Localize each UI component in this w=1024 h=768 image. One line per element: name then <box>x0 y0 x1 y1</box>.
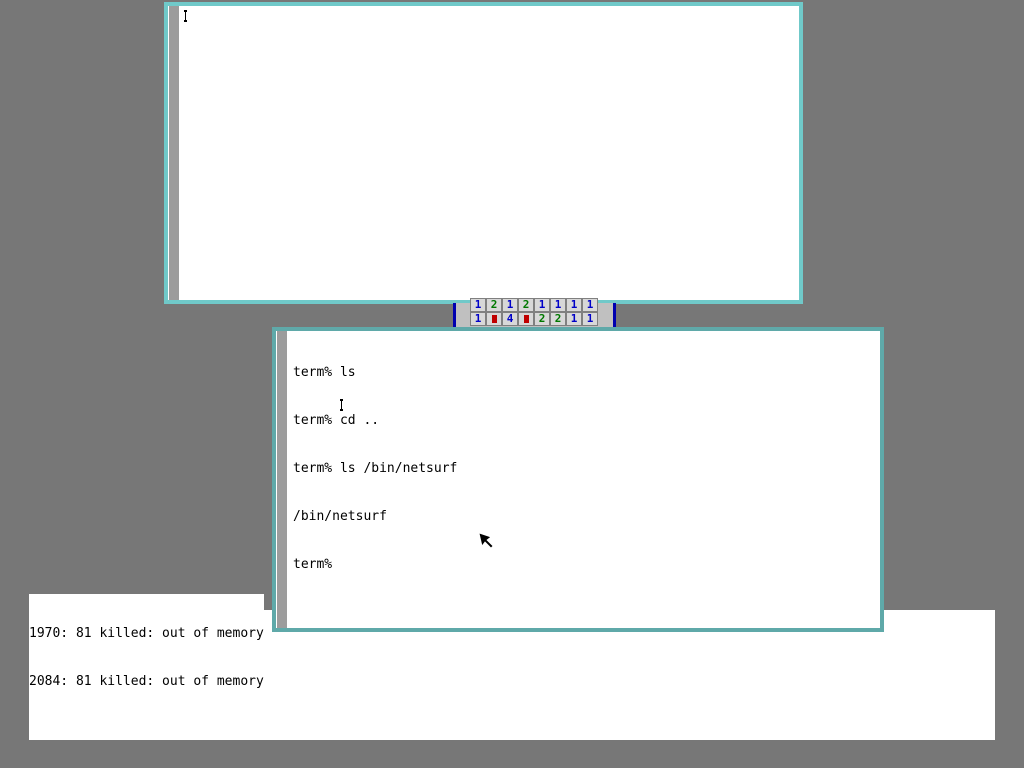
top-window[interactable] <box>164 2 803 304</box>
flag-icon <box>523 315 529 323</box>
mine-cell[interactable]: 2 <box>534 312 550 326</box>
kill-message: 1970: 81 killed: out of memory <box>29 626 264 641</box>
mine-cell[interactable]: 1 <box>566 312 582 326</box>
mouse-pointer-icon <box>478 532 494 549</box>
mine-cell[interactable]: 1 <box>566 298 582 312</box>
mine-cell[interactable]: 1 <box>534 298 550 312</box>
terminal-scrollbar[interactable] <box>276 331 288 628</box>
mine-cell[interactable]: 1 <box>470 312 486 326</box>
kill-messages: 1970: 81 killed: out of memory 2084: 81 … <box>29 594 264 706</box>
terminal-line: term% cd .. <box>293 413 380 428</box>
terminal-line: term% ls /bin/netsurf <box>293 461 458 476</box>
terminal-window[interactable]: term% ls term% cd .. term% ls /bin/netsu… <box>272 327 884 632</box>
mine-cell[interactable]: 2 <box>486 298 502 312</box>
top-window-scrollbar[interactable] <box>168 6 180 300</box>
terminal-output[interactable]: term% ls term% cd .. term% ls /bin/netsu… <box>293 333 876 605</box>
mine-cell[interactable]: 1 <box>582 298 598 312</box>
mine-cell[interactable]: 2 <box>518 298 534 312</box>
terminal-line: term% ls <box>293 365 356 380</box>
text-cursor-icon <box>340 399 343 411</box>
mine-cell-flagged[interactable] <box>486 312 502 326</box>
terminal-scroll-thumb[interactable] <box>277 331 287 628</box>
top-window-scroll-thumb[interactable] <box>169 6 179 300</box>
mine-cell[interactable]: 1 <box>502 298 518 312</box>
mine-row-2: 1 4 2 2 1 1 <box>470 312 598 326</box>
mine-cell[interactable]: 2 <box>550 312 566 326</box>
kill-message: 2084: 81 killed: out of memory <box>29 674 264 689</box>
mine-cell[interactable]: 1 <box>550 298 566 312</box>
terminal-line: /bin/netsurf <box>293 509 387 524</box>
minesweeper-window[interactable]: 1 2 1 2 1 1 1 1 1 4 2 2 1 1 <box>453 298 616 328</box>
flag-icon <box>491 315 497 323</box>
mine-cell[interactable]: 1 <box>582 312 598 326</box>
mine-cell-flagged[interactable] <box>518 312 534 326</box>
mine-cell[interactable]: 4 <box>502 312 518 326</box>
mine-cell[interactable]: 1 <box>470 298 486 312</box>
terminal-prompt[interactable]: term% <box>293 557 876 573</box>
mine-row-1: 1 2 1 2 1 1 1 1 <box>470 298 598 312</box>
text-cursor-icon <box>184 10 187 22</box>
